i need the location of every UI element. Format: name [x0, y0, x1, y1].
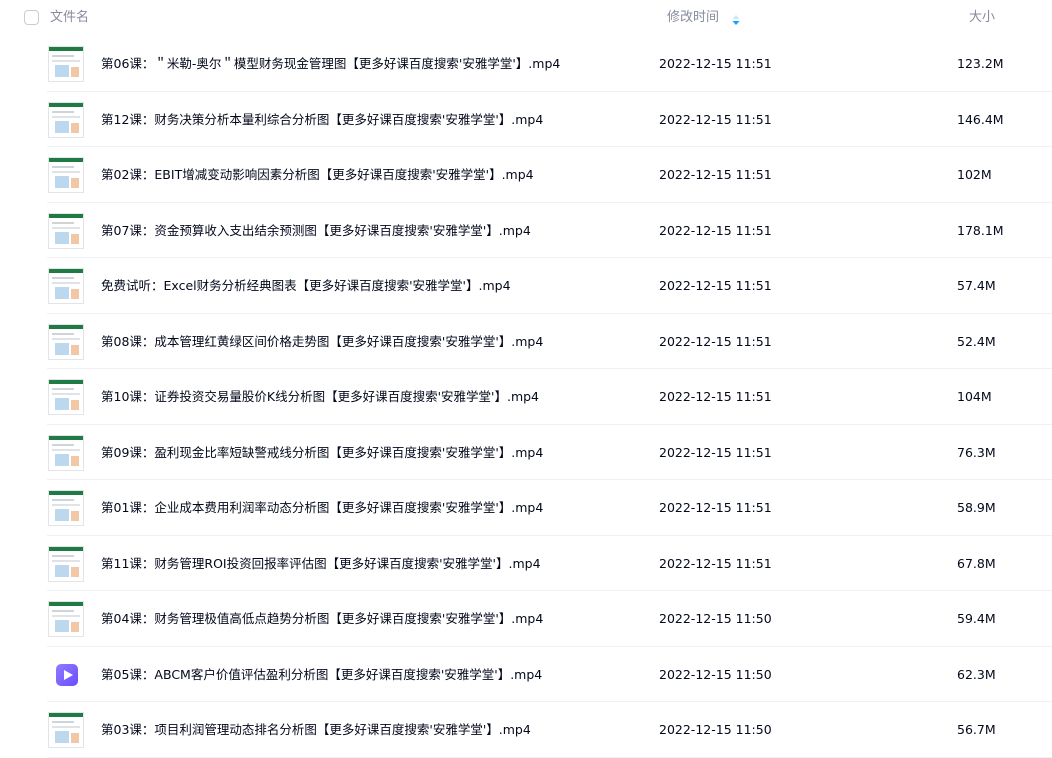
file-modified-time: 2022-12-15 11:51 — [659, 444, 772, 460]
video-thumbnail-icon[interactable] — [48, 268, 84, 304]
select-all-checkbox[interactable] — [24, 10, 39, 25]
file-modified-time: 2022-12-15 11:50 — [659, 611, 772, 626]
file-row[interactable]: 第11课：财务管理ROI投资回报率评估图【更多好课百度搜索'安雅学堂'】.mp4… — [0, 536, 1052, 591]
file-size: 59.4M — [957, 611, 996, 626]
file-modified-time: 2022-12-15 11:50 — [659, 722, 772, 737]
file-row[interactable]: 第07课：资金预算收入支出结余预测图【更多好课百度搜索'安雅学堂'】.mp4 20… — [0, 203, 1052, 258]
file-row[interactable]: 第10课：证券投资交易量股价K线分析图【更多好课百度搜索'安雅学堂'】.mp4 2… — [0, 369, 1052, 425]
video-thumbnail-icon[interactable] — [48, 323, 84, 360]
file-modified-time: 2022-12-15 11:51 — [659, 278, 772, 293]
file-size: 146.4M — [957, 111, 1004, 127]
file-size: 123.2M — [957, 56, 1004, 71]
video-thumbnail-icon[interactable] — [48, 601, 84, 637]
file-row[interactable]: 第06课：＂米勒-奥尔＂模型财务现金管理图【更多好课百度搜索'安雅学堂'】.mp… — [0, 36, 1052, 92]
file-size: 67.8M — [957, 555, 996, 571]
file-modified-time: 2022-12-15 11:51 — [659, 167, 772, 182]
sort-descending-icon[interactable] — [731, 11, 741, 25]
file-name[interactable]: 第07课：资金预算收入支出结余预测图【更多好课百度搜索'安雅学堂'】.mp4 — [101, 222, 531, 239]
file-name[interactable]: 第06课：＂米勒-奥尔＂模型财务现金管理图【更多好课百度搜索'安雅学堂'】.mp… — [101, 55, 560, 72]
file-row[interactable]: 第08课：成本管理红黄绿区间价格走势图【更多好课百度搜索'安雅学堂'】.mp4 2… — [0, 314, 1052, 369]
column-header-name[interactable]: 文件名 — [50, 9, 89, 27]
file-size: 57.4M — [957, 278, 996, 293]
file-row[interactable]: 第09课：盈利现金比率短缺警戒线分析图【更多好课百度搜索'安雅学堂'】.mp4 2… — [0, 425, 1052, 480]
file-modified-time: 2022-12-15 11:51 — [659, 111, 772, 127]
file-list-header: 文件名 修改时间 大小 — [0, 0, 1052, 36]
video-thumbnail-icon[interactable] — [48, 434, 84, 471]
file-row[interactable]: 第04课：财务管理极值高低点趋势分析图【更多好课百度搜索'安雅学堂'】.mp4 2… — [0, 591, 1052, 647]
file-name[interactable]: 第05课：ABCM客户价值评估盈利分析图【更多好课百度搜索'安雅学堂'】.mp4 — [101, 666, 542, 683]
file-name[interactable]: 第09课：盈利现金比率短缺警戒线分析图【更多好课百度搜索'安雅学堂'】.mp4 — [101, 444, 543, 461]
file-modified-time: 2022-12-15 11:51 — [659, 56, 772, 71]
file-name[interactable]: 第10课：证券投资交易量股价K线分析图【更多好课百度搜索'安雅学堂'】.mp4 — [101, 388, 539, 405]
video-thumbnail-icon[interactable] — [48, 545, 84, 582]
file-modified-time: 2022-12-15 11:51 — [659, 555, 772, 571]
file-modified-time: 2022-12-15 11:51 — [659, 333, 772, 349]
video-thumbnail-icon[interactable] — [48, 101, 84, 138]
file-size: 102M — [957, 167, 992, 182]
video-thumbnail-icon[interactable] — [48, 712, 84, 748]
file-size: 62.3M — [957, 666, 996, 682]
video-thumbnail-icon[interactable] — [48, 212, 84, 249]
video-thumbnail-icon[interactable] — [48, 490, 84, 526]
file-name[interactable]: 第08课：成本管理红黄绿区间价格走势图【更多好课百度搜索'安雅学堂'】.mp4 — [101, 333, 543, 350]
video-thumbnail-icon[interactable] — [48, 379, 84, 415]
file-name[interactable]: 免费试听：Excel财务分析经典图表【更多好课百度搜索'安雅学堂'】.mp4 — [101, 277, 511, 294]
file-row[interactable]: 第02课：EBIT增减变动影响因素分析图【更多好课百度搜索'安雅学堂'】.mp4… — [0, 147, 1052, 203]
file-modified-time: 2022-12-15 11:51 — [659, 500, 772, 515]
column-header-modified-time[interactable]: 修改时间 — [667, 9, 719, 27]
file-name[interactable]: 第11课：财务管理ROI投资回报率评估图【更多好课百度搜索'安雅学堂'】.mp4 — [101, 555, 541, 572]
file-size: 56.7M — [957, 722, 996, 737]
file-name[interactable]: 第12课：财务决策分析本量利综合分析图【更多好课百度搜索'安雅学堂'】.mp4 — [101, 111, 543, 128]
column-header-size[interactable]: 大小 — [969, 9, 995, 27]
video-thumbnail-icon[interactable] — [48, 46, 84, 82]
file-size: 52.4M — [957, 333, 996, 349]
file-size: 104M — [957, 389, 992, 404]
file-row[interactable]: 第12课：财务决策分析本量利综合分析图【更多好课百度搜索'安雅学堂'】.mp4 2… — [0, 92, 1052, 147]
row-divider — [47, 756, 1052, 758]
file-size: 58.9M — [957, 500, 996, 515]
file-row[interactable]: 第05课：ABCM客户价值评估盈利分析图【更多好课百度搜索'安雅学堂'】.mp4… — [0, 647, 1052, 702]
file-name[interactable]: 第02课：EBIT增减变动影响因素分析图【更多好课百度搜索'安雅学堂'】.mp4 — [101, 166, 534, 183]
video-file-icon[interactable] — [56, 663, 78, 686]
file-modified-time: 2022-12-15 11:50 — [659, 666, 772, 682]
file-modified-time: 2022-12-15 11:51 — [659, 389, 772, 404]
video-thumbnail-icon[interactable] — [48, 157, 84, 193]
file-name[interactable]: 第01课：企业成本费用利润率动态分析图【更多好课百度搜索'安雅学堂'】.mp4 — [101, 499, 543, 516]
file-modified-time: 2022-12-15 11:51 — [659, 222, 772, 238]
file-row[interactable]: 第01课：企业成本费用利润率动态分析图【更多好课百度搜索'安雅学堂'】.mp4 2… — [0, 480, 1052, 536]
file-row[interactable]: 免费试听：Excel财务分析经典图表【更多好课百度搜索'安雅学堂'】.mp4 20… — [0, 258, 1052, 314]
file-name[interactable]: 第03课：项目利润管理动态排名分析图【更多好课百度搜索'安雅学堂'】.mp4 — [101, 721, 531, 738]
file-size: 178.1M — [957, 222, 1004, 238]
file-size: 76.3M — [957, 444, 996, 460]
file-row[interactable]: 第03课：项目利润管理动态排名分析图【更多好课百度搜索'安雅学堂'】.mp4 20… — [0, 702, 1052, 758]
file-name[interactable]: 第04课：财务管理极值高低点趋势分析图【更多好课百度搜索'安雅学堂'】.mp4 — [101, 610, 543, 627]
